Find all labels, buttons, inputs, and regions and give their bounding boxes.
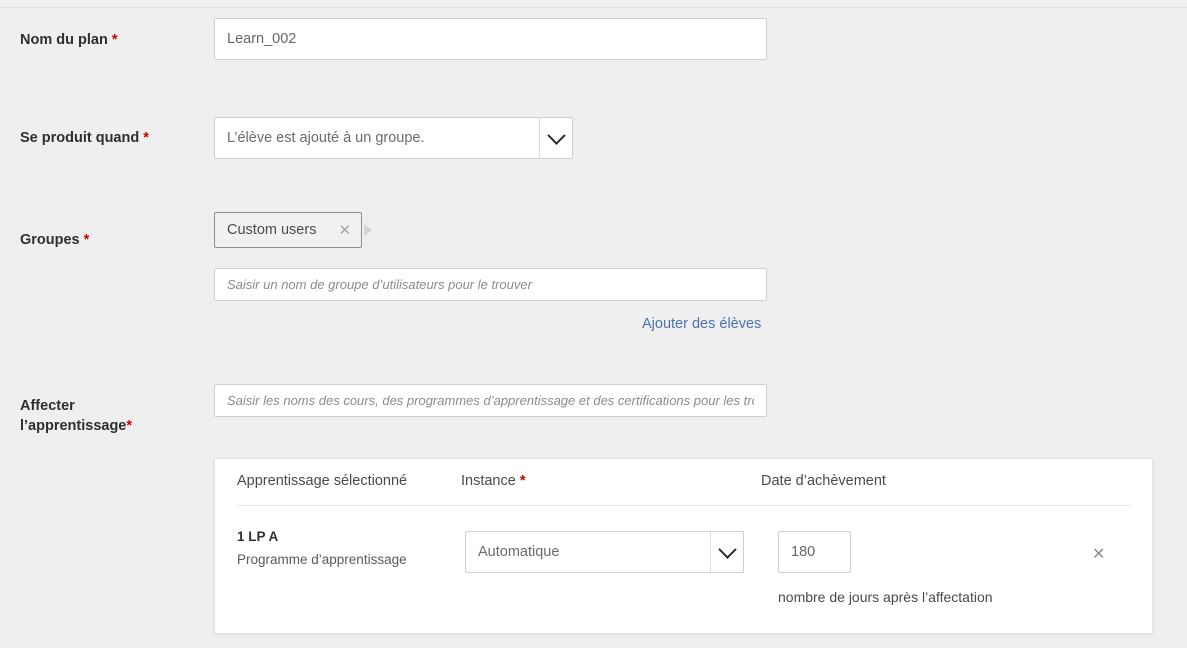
row-subtitle: Programme d’apprentissage bbox=[237, 552, 407, 567]
groups-label-text: Groupes bbox=[20, 232, 80, 248]
groups-search-input[interactable] bbox=[214, 268, 767, 301]
trigger-select[interactable]: L’élève est ajouté à un groupe. bbox=[214, 117, 573, 159]
caret-right-icon[interactable] bbox=[364, 224, 372, 236]
close-icon[interactable]: ✕ bbox=[1092, 547, 1105, 563]
assign-learning-label-line2: l’apprentissage bbox=[20, 418, 127, 434]
plan-name-required-marker: * bbox=[111, 32, 118, 48]
top-divider bbox=[0, 7, 1187, 8]
row-title: 1 LP A bbox=[237, 529, 279, 544]
assign-learning-label-line1: Affecter bbox=[20, 398, 75, 414]
plan-name-label-text: Nom du plan bbox=[20, 32, 108, 48]
plan-name-input[interactable] bbox=[214, 18, 767, 60]
plan-name-label: Nom du plan * bbox=[20, 30, 205, 50]
trigger-required-marker: * bbox=[143, 130, 149, 146]
row-instance-select-value: Automatique bbox=[478, 544, 560, 560]
group-chip-label: Custom users bbox=[227, 222, 317, 238]
column-instance-required-marker: * bbox=[519, 473, 526, 489]
table-header: Apprentissage sélectionné Instance * Dat… bbox=[215, 459, 1152, 505]
selected-learning-panel: Apprentissage sélectionné Instance * Dat… bbox=[214, 458, 1153, 634]
chevron-down-icon[interactable] bbox=[539, 118, 572, 158]
close-icon[interactable]: ✕ bbox=[338, 223, 351, 238]
column-instance-text: Instance bbox=[461, 473, 516, 489]
trigger-label: Se produit quand * bbox=[20, 128, 205, 148]
row-days-input[interactable] bbox=[778, 531, 851, 573]
add-learners-link[interactable]: Ajouter des élèves bbox=[642, 316, 761, 332]
row-days-helper-text: nombre de jours après l’affectation bbox=[778, 589, 993, 605]
column-completion-date: Date d’achèvement bbox=[761, 473, 886, 489]
trigger-label-text: Se produit quand bbox=[20, 130, 140, 146]
table-header-divider bbox=[237, 505, 1131, 506]
assign-learning-search-input[interactable] bbox=[214, 384, 767, 417]
top-strip bbox=[0, 0, 1187, 7]
assign-learning-label: Affecter l’apprentissage* bbox=[20, 396, 205, 436]
group-chip[interactable]: Custom users ✕ bbox=[214, 212, 363, 248]
trigger-select-value: L’élève est ajouté à un groupe. bbox=[227, 130, 425, 146]
assign-learning-required-marker: * bbox=[126, 418, 133, 434]
column-selected-learning: Apprentissage sélectionné bbox=[237, 473, 408, 489]
chevron-down-icon[interactable] bbox=[710, 532, 743, 572]
groups-label: Groupes * bbox=[20, 230, 205, 250]
groups-required-marker: * bbox=[83, 232, 90, 248]
row-instance-select[interactable]: Automatique bbox=[465, 531, 744, 573]
column-instance: Instance * bbox=[461, 473, 526, 489]
